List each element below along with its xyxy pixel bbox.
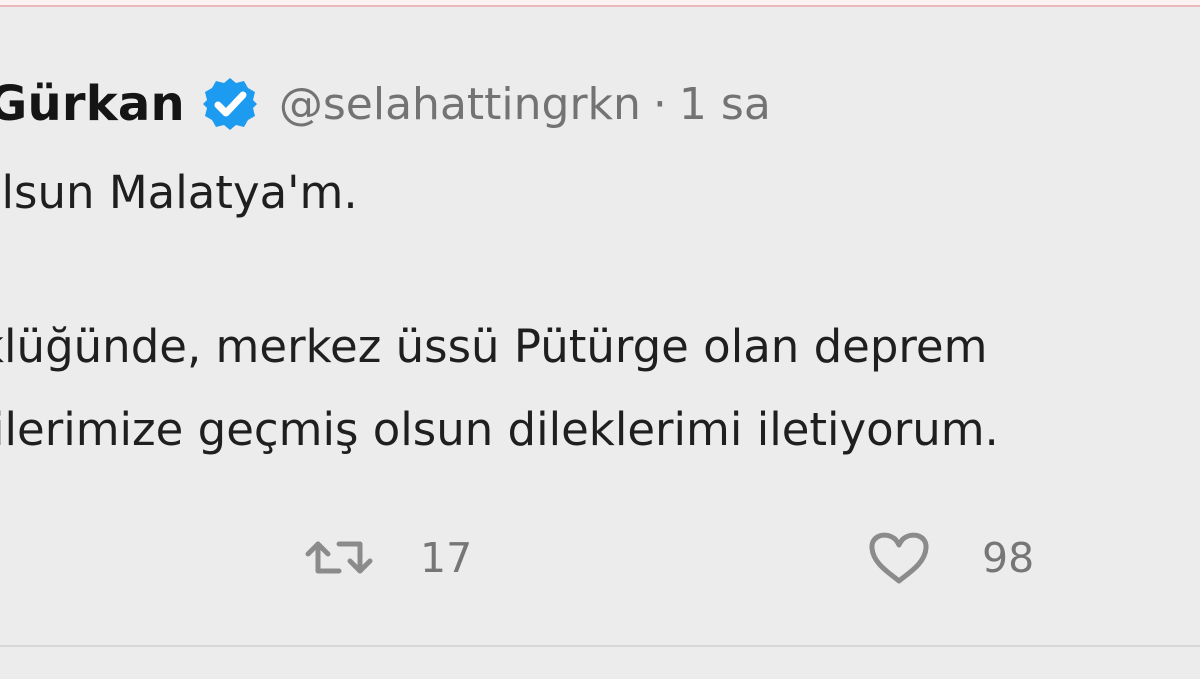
like-button[interactable]: 98	[860, 519, 1034, 597]
meta-separator: ·	[652, 78, 667, 130]
tweet-text-line-2: klüğünde, merkez üssü Pütürge olan depre…	[0, 320, 988, 373]
tweet-actions: 17 98	[0, 519, 1200, 597]
retweet-count: 17	[420, 534, 473, 582]
tweet-card[interactable]: in Gürkan @selahattingrkn · 1 sa olsun M…	[0, 9, 1200, 679]
tweet-text-line-1: olsun Malatya'm.	[0, 166, 358, 219]
bottom-divider	[0, 645, 1200, 647]
verified-badge-icon	[202, 78, 257, 130]
like-count: 98	[982, 534, 1035, 582]
author-name[interactable]: in Gürkan	[0, 76, 185, 132]
tweet-text-line-3: ilerimize geçmiş olsun dileklerimi ileti…	[0, 403, 999, 456]
tweet-timestamp[interactable]: 1 sa	[679, 79, 771, 130]
retweet-icon	[305, 541, 373, 574]
heart-icon	[869, 532, 929, 584]
retweet-button[interactable]: 17	[300, 519, 472, 597]
author-handle[interactable]: @selahattingrkn	[279, 79, 641, 130]
tweet-header: in Gürkan @selahattingrkn · 1 sa	[0, 67, 771, 141]
top-border	[0, 0, 1200, 7]
